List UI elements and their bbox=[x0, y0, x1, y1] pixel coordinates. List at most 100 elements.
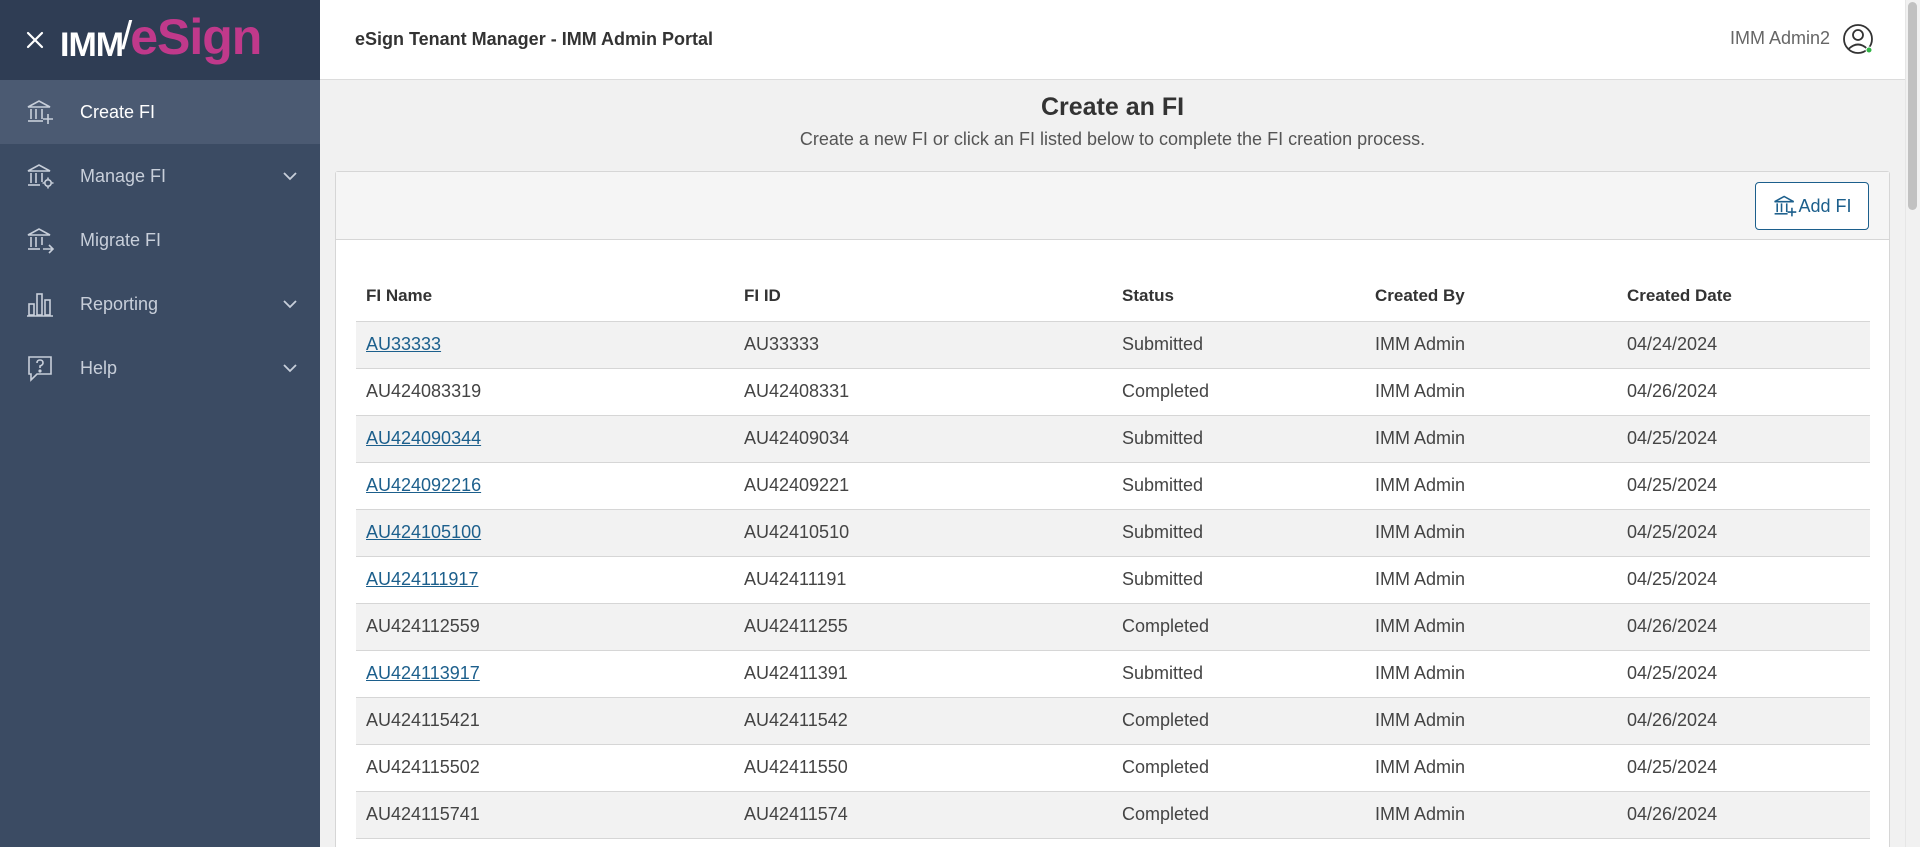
user-avatar-icon[interactable] bbox=[1841, 22, 1875, 56]
chevron-down-icon bbox=[283, 172, 297, 181]
table-row: AU33333 AU33333 Submitted IMM Admin 04/24/20… bbox=[356, 321, 1870, 369]
column-header-fi-name[interactable]: FI Name bbox=[356, 271, 734, 322]
fi-name-cell: AU424111917 bbox=[356, 556, 734, 604]
created-date-cell: 04/25/2024 bbox=[1617, 462, 1870, 510]
created-by-cell: IMM Admin bbox=[1365, 415, 1617, 463]
sidebar-item-label: Reporting bbox=[80, 293, 159, 314]
column-header-status[interactable]: Status bbox=[1112, 271, 1365, 322]
table-row: AU424115502 AU42411550 Completed IMM Admin 0… bbox=[356, 744, 1870, 792]
created-by-cell: IMM Admin bbox=[1365, 556, 1617, 604]
fi-id-cell: AU42410510 bbox=[734, 509, 1112, 557]
sidebar-item-reporting[interactable]: Reporting bbox=[0, 272, 320, 336]
created-by-cell: IMM Admin bbox=[1365, 368, 1617, 416]
logo-esign-text: eSign bbox=[130, 9, 262, 65]
logo-slash: / bbox=[121, 14, 133, 58]
sidebar-item-label: Create FI bbox=[80, 101, 156, 122]
fi-name-cell: AU424112559 bbox=[356, 603, 734, 651]
fi-name-link[interactable]: AU424090344 bbox=[366, 428, 481, 448]
fi-list-panel: Add FI FI Name FI ID Status Created By C… bbox=[335, 171, 1890, 847]
bank-add-icon bbox=[25, 97, 55, 127]
table-row: AU424105100 AU42410510 Submitted IMM Admin 0… bbox=[356, 509, 1870, 557]
created-date-cell: 04/26/2024 bbox=[1617, 697, 1870, 745]
help-chat-icon bbox=[25, 353, 55, 383]
fi-name-link[interactable]: AU33333 bbox=[366, 334, 441, 354]
table-body: AU33333 AU33333 Submitted IMM Admin 04/24/20… bbox=[356, 321, 1870, 847]
status-cell: Completed bbox=[1112, 791, 1365, 839]
fi-name-link[interactable]: AU424092216 bbox=[366, 475, 481, 495]
created-date-cell: 04/25/2024 bbox=[1617, 744, 1870, 792]
sidebar-item-create-fi[interactable]: Create FI bbox=[0, 80, 320, 144]
main-content: Create an FI Create a new FI or click an… bbox=[320, 81, 1905, 847]
created-date-cell: 04/25/2024 bbox=[1617, 838, 1870, 847]
fi-name-cell: AU424115502 bbox=[356, 744, 734, 792]
close-icon bbox=[26, 31, 44, 49]
table-header-row: FI Name FI ID Status Created By Created … bbox=[356, 271, 1870, 322]
page-subtitle: Create a new FI or click an FI listed be… bbox=[799, 129, 1426, 149]
created-date-cell: 04/25/2024 bbox=[1617, 509, 1870, 557]
fi-name-link[interactable]: AU424105100 bbox=[366, 522, 481, 542]
fi-name-cell: AU424124202 bbox=[356, 838, 734, 847]
column-header-created-date[interactable]: Created Date bbox=[1617, 271, 1870, 322]
bank-migrate-icon bbox=[25, 225, 55, 255]
bank-settings-icon bbox=[25, 161, 55, 191]
created-by-cell: IMM Admin bbox=[1365, 650, 1617, 698]
table-row: AU424111917 AU42411191 Submitted IMM Admin 0… bbox=[356, 556, 1870, 604]
created-date-cell: 04/24/2024 bbox=[1617, 321, 1870, 369]
user-name[interactable]: IMM Admin2 bbox=[1730, 28, 1830, 49]
imm-esign-logo: IMM / eSign bbox=[60, 9, 262, 70]
page-scrollbar[interactable] bbox=[1905, 0, 1920, 847]
page-title: Create an FI bbox=[1040, 93, 1185, 121]
sidebar-item-label: Migrate FI bbox=[80, 229, 162, 250]
sidebar-item-label: Manage FI bbox=[80, 165, 167, 186]
close-menu-button[interactable] bbox=[22, 27, 48, 53]
created-by-cell: IMM Admin bbox=[1365, 321, 1617, 369]
created-date-cell: 04/25/2024 bbox=[1617, 650, 1870, 698]
fi-id-cell: AU42412420 bbox=[734, 838, 1112, 847]
created-by-cell: IMM Admin bbox=[1365, 509, 1617, 557]
created-date-cell: 04/25/2024 bbox=[1617, 556, 1870, 604]
fi-id-cell: AU42409221 bbox=[734, 462, 1112, 510]
fi-id-cell: AU42411550 bbox=[734, 744, 1112, 792]
fi-id-cell: AU42411191 bbox=[734, 556, 1112, 604]
column-header-fi-id[interactable]: FI ID bbox=[734, 271, 1112, 322]
fi-id-cell: AU42411391 bbox=[734, 650, 1112, 698]
scrollbar-thumb[interactable] bbox=[1908, 2, 1917, 210]
table-row: AU424083319 AU42408331 Completed IMM Admin 0… bbox=[356, 368, 1870, 416]
created-by-cell: IMM Admin bbox=[1365, 791, 1617, 839]
chevron-down-icon bbox=[283, 300, 297, 309]
fi-table: FI Name FI ID Status Created By Created … bbox=[356, 271, 1870, 847]
chevron-down-icon bbox=[283, 364, 297, 373]
status-cell: Submitted bbox=[1112, 415, 1365, 463]
table-row: AU424113917 AU42411391 Submitted IMM Admin 0… bbox=[356, 650, 1870, 698]
sidebar-item-help[interactable]: Help bbox=[0, 336, 320, 400]
created-date-cell: 04/26/2024 bbox=[1617, 603, 1870, 651]
fi-name-cell: AU424090344 bbox=[356, 415, 734, 463]
panel-toolbar: Add FI bbox=[336, 172, 1889, 240]
created-by-cell: IMM Admin bbox=[1365, 744, 1617, 792]
table-row: AU424124202AU42412420CompletedIMM Admin0… bbox=[356, 838, 1870, 847]
logo-imm-text: IMM bbox=[60, 26, 124, 64]
status-cell: Completed bbox=[1112, 838, 1365, 847]
created-by-cell: IMM Admin bbox=[1365, 838, 1617, 847]
column-header-created-by[interactable]: Created By bbox=[1365, 271, 1617, 322]
add-fi-button[interactable]: Add FI bbox=[1755, 182, 1869, 230]
created-by-cell: IMM Admin bbox=[1365, 603, 1617, 651]
table-row: AU424115741 AU42411574 Completed IMM Admin 0… bbox=[356, 791, 1870, 839]
fi-name-cell: AU424083319 bbox=[356, 368, 734, 416]
sidebar-item-manage-fi[interactable]: Manage FI bbox=[0, 144, 320, 208]
fi-name-cell: AU424115421 bbox=[356, 697, 734, 745]
status-cell: Completed bbox=[1112, 744, 1365, 792]
fi-name-cell: AU424115741 bbox=[356, 791, 734, 839]
status-cell: Completed bbox=[1112, 603, 1365, 651]
table-row: AU424112559 AU42411255 Completed IMM Admin 0… bbox=[356, 603, 1870, 651]
created-date-cell: 04/26/2024 bbox=[1617, 791, 1870, 839]
fi-name-cell: AU424105100 bbox=[356, 509, 734, 557]
status-cell: Completed bbox=[1112, 697, 1365, 745]
fi-name-link[interactable]: AU424111917 bbox=[366, 569, 478, 589]
add-fi-label: Add FI bbox=[1798, 195, 1852, 216]
fi-id-cell: AU42411574 bbox=[734, 791, 1112, 839]
created-date-cell: 04/26/2024 bbox=[1617, 368, 1870, 416]
fi-name-link[interactable]: AU424113917 bbox=[366, 663, 480, 683]
fi-id-cell: AU42411255 bbox=[734, 603, 1112, 651]
sidebar-item-migrate-fi[interactable]: Migrate FI bbox=[0, 208, 320, 272]
